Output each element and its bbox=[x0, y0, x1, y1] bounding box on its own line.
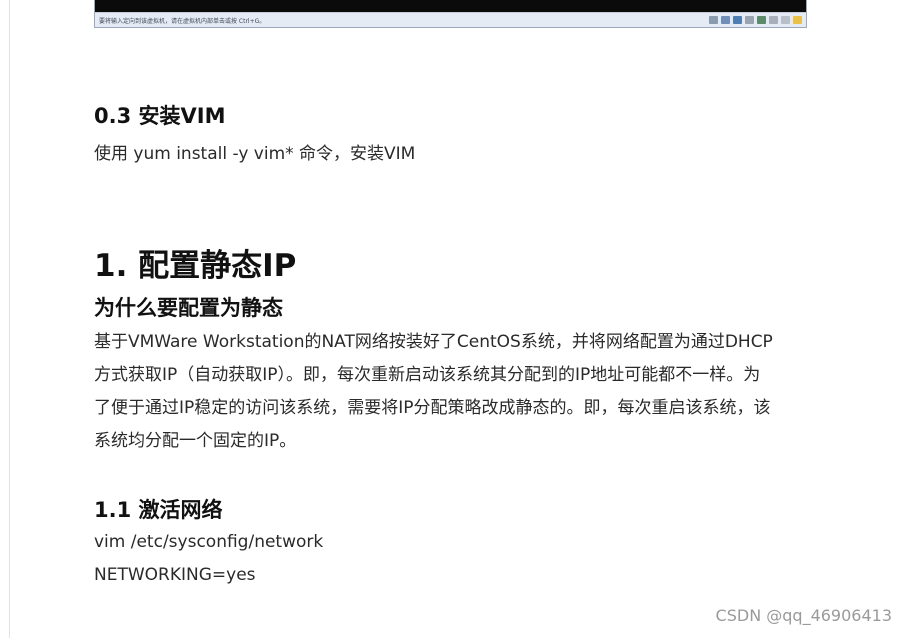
vm-device-icons bbox=[709, 16, 802, 24]
heading-install-vim: 0.3 安装VIM bbox=[94, 104, 226, 128]
heading-static-ip: 1. 配置静态IP bbox=[94, 248, 297, 284]
heading-activate-network: 1.1 激活网络 bbox=[94, 498, 223, 522]
vm-console-area bbox=[95, 0, 806, 12]
paragraph-line: 方式获取IP（自动获取IP）。即，每次重新启动该系统其分配到的IP地址可能都不一… bbox=[94, 365, 761, 385]
network-icon bbox=[733, 16, 742, 24]
printer-icon bbox=[769, 16, 778, 24]
install-vim-text: 使用 yum install -y vim* 命令，安装VIM bbox=[94, 144, 416, 164]
usb-icon bbox=[745, 16, 754, 24]
cd-icon bbox=[721, 16, 730, 24]
sound-icon bbox=[757, 16, 766, 24]
vm-status-bar: 要将输入定向到该虚拟机，请在虚拟机内部单击或按 Ctrl+G。 bbox=[95, 12, 806, 27]
subheading-why-static: 为什么要配置为静态 bbox=[94, 296, 283, 320]
network-config-path: vim /etc/sysconfig/network bbox=[94, 532, 324, 552]
message-icon bbox=[793, 16, 802, 24]
disk-icon bbox=[709, 16, 718, 24]
paragraph-line: 系统均分配一个固定的IP。 bbox=[94, 431, 297, 451]
networking-setting: NETWORKING=yes bbox=[94, 565, 256, 585]
vm-screenshot-strip: 要将输入定向到该虚拟机，请在虚拟机内部单击或按 Ctrl+G。 bbox=[94, 0, 807, 28]
page-left-border bbox=[9, 0, 10, 638]
paragraph-line: 了便于通过IP稳定的访问该系统，需要将IP分配策略改成静态的。即，每次重启该系统… bbox=[94, 398, 771, 418]
csdn-watermark: CSDN @qq_46906413 bbox=[715, 606, 892, 625]
display-icon bbox=[781, 16, 790, 24]
static-ip-paragraph: 基于VMWare Workstation的NAT网络按装好了CentOS系统，并… bbox=[94, 326, 839, 458]
paragraph-line: 基于VMWare Workstation的NAT网络按装好了CentOS系统，并… bbox=[94, 332, 773, 352]
vm-status-hint: 要将输入定向到该虚拟机，请在虚拟机内部单击或按 Ctrl+G。 bbox=[99, 17, 266, 25]
